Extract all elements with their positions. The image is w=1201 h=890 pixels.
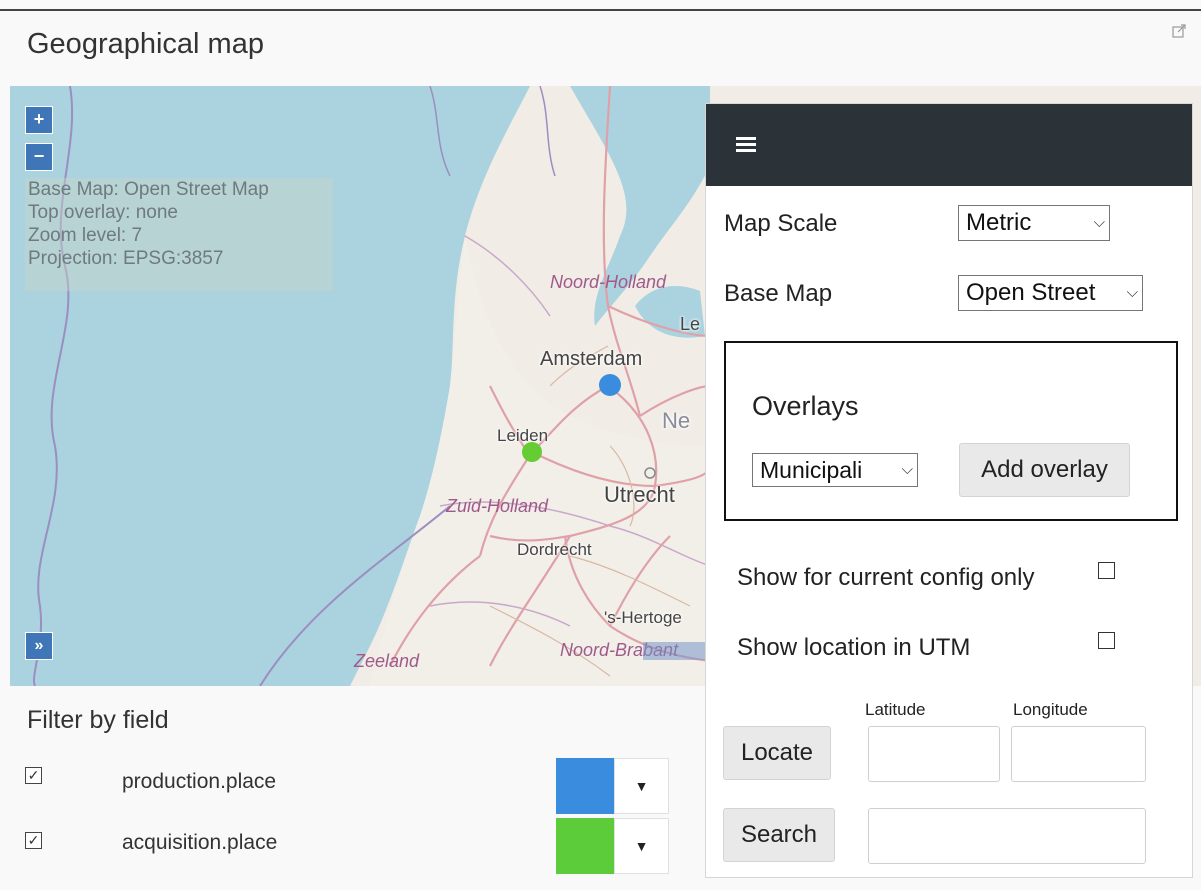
map-label-hertoge: 's-Hertoge bbox=[604, 608, 682, 627]
filter-title: Filter by field bbox=[27, 706, 169, 734]
info-top-overlay: Top overlay: none bbox=[28, 202, 178, 223]
map-label-dordrecht: Dordrecht bbox=[517, 540, 592, 559]
map-label-utrecht: Utrecht bbox=[604, 482, 675, 507]
show-current-config-label: Show for current config only bbox=[737, 564, 1035, 591]
expand-button[interactable]: » bbox=[25, 632, 53, 660]
acquisition-place-checkbox[interactable]: ✓ bbox=[25, 832, 42, 849]
map-marker-production[interactable] bbox=[599, 374, 621, 396]
show-utm-checkbox[interactable] bbox=[1098, 632, 1115, 649]
zoom-in-button[interactable]: + bbox=[25, 106, 53, 134]
map-label-noord-holland: Noord-Holland bbox=[550, 272, 667, 292]
overlays-title: Overlays bbox=[752, 391, 859, 421]
show-current-config-checkbox[interactable] bbox=[1098, 562, 1115, 579]
map-scale-label: Map Scale bbox=[724, 210, 838, 237]
locate-button[interactable]: Locate bbox=[723, 726, 831, 780]
add-overlay-button[interactable]: Add overlay bbox=[959, 443, 1130, 497]
base-map-select[interactable]: Open Street ⌵ bbox=[958, 275, 1143, 311]
map-scale-value: Metric bbox=[966, 209, 1032, 236]
map-scale-select[interactable]: Metric ⌵ bbox=[958, 205, 1110, 241]
overlay-select[interactable]: Municipali ⌵ bbox=[752, 453, 918, 487]
top-border bbox=[0, 9, 1201, 11]
production-place-color-swatch[interactable] bbox=[556, 758, 614, 814]
panel-header bbox=[706, 104, 1192, 186]
map-attribution[interactable] bbox=[643, 642, 713, 660]
map-label-leiden: Leiden bbox=[497, 426, 549, 445]
production-place-label: production.place bbox=[122, 770, 277, 793]
external-link-icon[interactable] bbox=[1172, 24, 1186, 38]
search-input[interactable] bbox=[868, 808, 1146, 864]
map-label-le: Le bbox=[680, 314, 701, 334]
acquisition-place-color-swatch[interactable] bbox=[556, 818, 614, 874]
map-label-zuid-holland: Zuid-Holland bbox=[446, 496, 549, 516]
chevron-down-icon: ⌵ bbox=[1093, 214, 1105, 231]
info-zoom-level: Zoom level: 7 bbox=[28, 225, 143, 246]
map-marker-acquisition[interactable] bbox=[522, 442, 542, 462]
overlay-select-value: Municipali bbox=[760, 457, 863, 483]
latitude-input[interactable] bbox=[868, 726, 1000, 782]
production-place-checkbox[interactable]: ✓ bbox=[25, 767, 42, 784]
base-map-value: Open Street bbox=[966, 279, 1096, 306]
acquisition-place-color-dropdown[interactable]: ▼ bbox=[614, 818, 669, 874]
show-utm-label: Show location in UTM bbox=[737, 634, 971, 661]
search-button[interactable]: Search bbox=[723, 808, 835, 862]
overlays-section: Overlays Municipali ⌵ Add overlay bbox=[724, 341, 1178, 521]
map-label-ne: Ne bbox=[662, 408, 691, 433]
map-info-box: Base Map: Open Street Map Top overlay: n… bbox=[25, 178, 333, 291]
longitude-input[interactable] bbox=[1011, 726, 1146, 782]
info-base-map: Base Map: Open Street Map bbox=[28, 179, 269, 200]
chevron-down-icon: ⌵ bbox=[1124, 276, 1138, 310]
page-title: Geographical map bbox=[27, 28, 264, 60]
zoom-out-button[interactable]: − bbox=[25, 143, 53, 171]
chevron-down-icon: ⌵ bbox=[899, 454, 913, 486]
longitude-label: Longitude bbox=[1013, 700, 1088, 719]
map-label-amsterdam: Amsterdam bbox=[540, 348, 643, 370]
hamburger-menu-icon[interactable] bbox=[736, 137, 756, 153]
map-label-zeeland: Zeeland bbox=[354, 651, 420, 671]
latitude-label: Latitude bbox=[865, 700, 926, 719]
map-settings-panel: Map Scale Metric ⌵ Base Map Open Street … bbox=[705, 103, 1193, 878]
production-place-color-dropdown[interactable]: ▼ bbox=[614, 758, 669, 814]
info-projection: Projection: EPSG:3857 bbox=[28, 248, 224, 269]
base-map-label: Base Map bbox=[724, 280, 833, 307]
acquisition-place-label: acquisition.place bbox=[122, 831, 278, 854]
